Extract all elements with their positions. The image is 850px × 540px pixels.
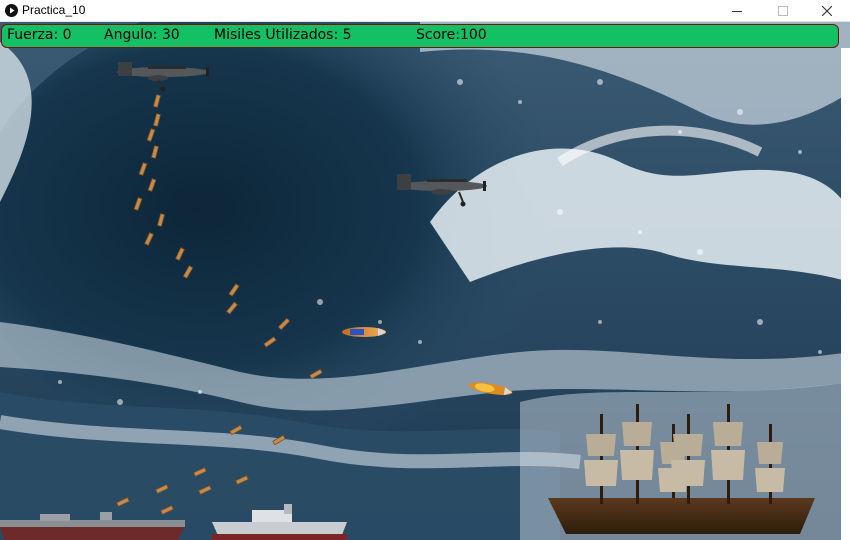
close-button[interactable] (804, 0, 850, 22)
hud-bar: Fuerza: 0 Angulo: 30 Misiles Utilizados:… (1, 24, 839, 48)
ocean-scene (0, 22, 850, 540)
close-icon (822, 6, 832, 16)
hud-angulo: Angulo: 30 (104, 27, 180, 43)
minimize-button[interactable] (714, 0, 760, 22)
game-canvas[interactable] (0, 22, 850, 540)
window-right-edge (841, 48, 850, 540)
maximize-icon (778, 6, 788, 16)
hud-fuerza: Fuerza: 0 (7, 27, 72, 43)
maximize-button[interactable] (760, 0, 806, 22)
processing-app-icon (5, 4, 18, 17)
window-titlebar: Practica_10 (0, 0, 850, 22)
hud-misiles-utilizados: Misiles Utilizados: 5 (214, 27, 352, 43)
window-title: Practica_10 (22, 3, 86, 17)
minimize-icon (732, 11, 742, 12)
hud-score: Score:100 (416, 27, 487, 43)
missile-icon (342, 327, 386, 337)
